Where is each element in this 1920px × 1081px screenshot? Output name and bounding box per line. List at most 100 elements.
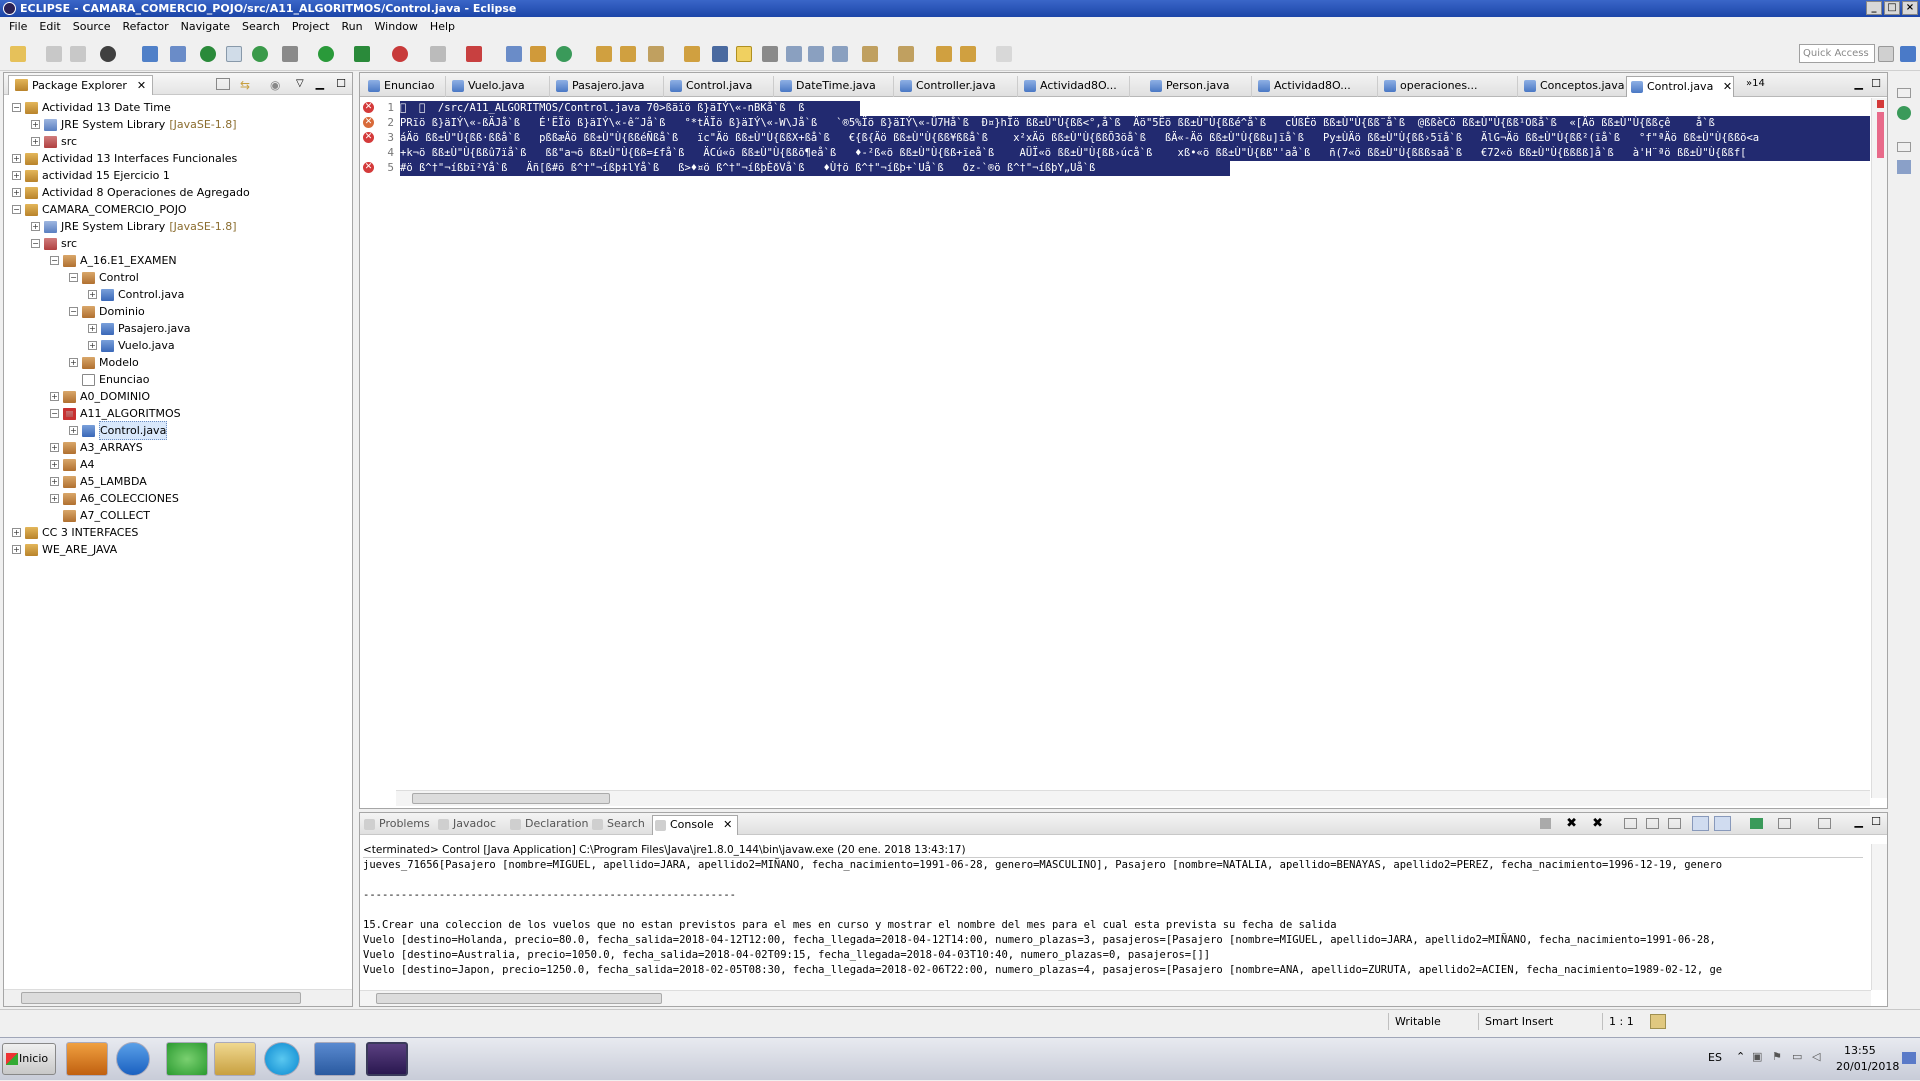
editor-maximize-icon[interactable]: ☐: [1871, 77, 1881, 90]
show-on-stderr-icon[interactable]: [1714, 816, 1731, 831]
console-maximize-icon[interactable]: ☐: [1871, 815, 1881, 828]
console-minimize-icon[interactable]: ▁: [1855, 815, 1863, 828]
globe-icon[interactable]: [252, 46, 268, 62]
task-list-icon[interactable]: [1897, 106, 1911, 120]
remove-all-terminated-icon[interactable]: ✖: [1592, 816, 1603, 831]
start-button[interactable]: Inicio: [2, 1043, 56, 1075]
stop-icon[interactable]: [430, 46, 446, 62]
tree-item[interactable]: + Actividad 8 Operaciones de Agregado: [12, 184, 250, 201]
open-type-icon[interactable]: [596, 46, 612, 62]
remote-app-icon[interactable]: [314, 1042, 356, 1076]
editor-tab-vuelo[interactable]: Vuelo.java: [448, 76, 550, 97]
tree-item[interactable]: − Actividad 13 Date Time: [12, 99, 171, 116]
tree-item[interactable]: − A11_ALGORITMOS: [50, 405, 181, 422]
word-wrap-icon[interactable]: [786, 46, 802, 62]
focus-icon[interactable]: ◉: [270, 78, 284, 92]
quick-access-input[interactable]: Quick Access: [1799, 44, 1875, 63]
pilcrow-icon[interactable]: [832, 46, 848, 62]
editor-horizontal-scrollbar[interactable]: [396, 790, 1870, 806]
minimize-view-icon[interactable]: ▁: [316, 77, 324, 90]
tree-expander-icon[interactable]: +: [88, 341, 97, 350]
close-button[interactable]: ×: [1902, 1, 1918, 15]
menu-edit[interactable]: Edit: [33, 17, 66, 37]
tree-expander-icon[interactable]: +: [31, 222, 40, 231]
icq-icon[interactable]: [166, 1042, 208, 1076]
editor-tab-operaciones[interactable]: operaciones...: [1380, 76, 1518, 97]
outline-icon[interactable]: [1897, 160, 1911, 174]
explorer-horizontal-scrollbar[interactable]: [4, 989, 352, 1006]
code-line[interactable]: PRïö ß}äIÝ\«-ßÄJå`ß É'ËÏö ß}äIÝ\«-ê˜Jå`ß…: [400, 116, 1870, 131]
java-perspective-icon[interactable]: [1900, 46, 1916, 62]
media-player-icon[interactable]: [66, 1042, 108, 1076]
tree-item[interactable]: + JRE System Library [JavaSE-1.8]: [31, 116, 237, 133]
close-console-icon[interactable]: ✕: [723, 818, 732, 831]
tree-item[interactable]: + A5_LAMBDA: [50, 473, 147, 490]
menu-refactor[interactable]: Refactor: [117, 17, 175, 37]
editor-tab-control-active[interactable]: Control.java ✕: [1626, 76, 1734, 97]
tree-expander-icon[interactable]: +: [88, 324, 97, 333]
show-desktop-icon[interactable]: [1902, 1052, 1916, 1064]
error-marker-icon[interactable]: ✕: [363, 162, 374, 173]
tree-expander-icon[interactable]: +: [69, 358, 78, 367]
tree-expander-icon[interactable]: +: [50, 443, 59, 452]
error-marker-icon[interactable]: ✕: [363, 132, 374, 143]
code-line[interactable]: áÄö ßß±Ù"Ù{ßß·ßßå`ß pßßæÄö ßß±Ù"Ù{ßßéÑßå…: [400, 131, 1870, 146]
word-wrap-console-icon[interactable]: [1668, 818, 1681, 829]
tree-expander-icon[interactable]: +: [69, 426, 78, 435]
external-tools-icon[interactable]: [392, 46, 408, 62]
minimize-button[interactable]: _: [1866, 1, 1882, 15]
link-editor-icon[interactable]: ⇆: [240, 78, 254, 92]
highlight-icon[interactable]: [736, 46, 752, 62]
new-icon[interactable]: [10, 46, 26, 62]
clock-date[interactable]: 20/01/2018: [1836, 1060, 1899, 1073]
console-output[interactable]: jueves_71656[Pasajero [nombre=MIGUEL, ap…: [363, 857, 1863, 977]
error-warning-marker-icon[interactable]: ✕: [363, 117, 374, 128]
menu-search[interactable]: Search: [236, 17, 286, 37]
toggle-mark-icon[interactable]: [226, 46, 242, 62]
tab-console[interactable]: Console ✕: [652, 815, 738, 835]
tree-item[interactable]: + A0_DOMINIO: [50, 388, 150, 405]
new-package-icon[interactable]: [506, 46, 522, 62]
run-icon[interactable]: [318, 46, 334, 62]
display-console-icon[interactable]: [1778, 818, 1791, 829]
editor-tab-datetime[interactable]: DateTime.java: [776, 76, 894, 97]
editor-tab-actividad8o-2[interactable]: Actividad8O...: [1254, 76, 1378, 97]
package-explorer-tab[interactable]: Package Explorer ✕: [8, 74, 154, 95]
editor-tab-actividad8o-1[interactable]: Actividad8O...: [1020, 76, 1130, 97]
restore-icon[interactable]: [1897, 88, 1911, 98]
tree-expander-icon[interactable]: +: [12, 188, 21, 197]
editor-tab-enunciao[interactable]: Enunciao: [364, 76, 446, 97]
editor-scroll-thumb[interactable]: [412, 793, 610, 804]
tray-flag-icon[interactable]: ⚑: [1772, 1050, 1782, 1063]
tree-expander-icon[interactable]: −: [31, 239, 40, 248]
tray-network-icon[interactable]: ▣: [1752, 1050, 1762, 1063]
tree-expander-icon[interactable]: +: [50, 477, 59, 486]
tree-expander-icon[interactable]: −: [69, 307, 78, 316]
new-class-icon[interactable]: [530, 46, 546, 62]
terminal-icon[interactable]: [142, 46, 158, 62]
tree-expander-icon[interactable]: +: [12, 528, 21, 537]
tree-item[interactable]: + Actividad 13 Interfaces Funcionales: [12, 150, 237, 167]
tree-expander-icon[interactable]: +: [31, 120, 40, 129]
debug-icon[interactable]: [282, 46, 298, 62]
tree-expander-icon[interactable]: +: [12, 545, 21, 554]
previous-annotation-icon[interactable]: [898, 46, 914, 62]
overview-error-marker[interactable]: [1877, 100, 1884, 108]
code-line[interactable]: #ö ß^†"¬íßbï²Yå`ß Äñ[ß#ö ß^†"¬íßþ‡lYå`ß …: [400, 161, 1230, 176]
tree-item[interactable]: − src: [31, 235, 77, 252]
tree-item[interactable]: − CAMARA_COMERCIO_POJO: [12, 201, 187, 218]
open-console-icon[interactable]: [1818, 818, 1831, 829]
restore-outline-icon[interactable]: [1897, 142, 1911, 152]
open-folder-icon[interactable]: [620, 46, 636, 62]
maximize-view-icon[interactable]: ☐: [336, 77, 346, 90]
tree-item[interactable]: + A3_ARRAYS: [50, 439, 143, 456]
tray-volume-icon[interactable]: ◁: [1812, 1050, 1820, 1063]
internet-explorer-icon[interactable]: [116, 1042, 150, 1076]
tree-expander-icon[interactable]: +: [50, 494, 59, 503]
tab-search[interactable]: Search: [590, 815, 652, 835]
eclipse-taskbar-icon[interactable]: [366, 1042, 408, 1076]
clear-console-icon[interactable]: [1624, 818, 1637, 829]
tree-item[interactable]: + JRE System Library [JavaSE-1.8]: [31, 218, 237, 235]
tree-item[interactable]: Enunciao: [69, 371, 149, 388]
file-explorer-icon[interactable]: [214, 1042, 256, 1076]
